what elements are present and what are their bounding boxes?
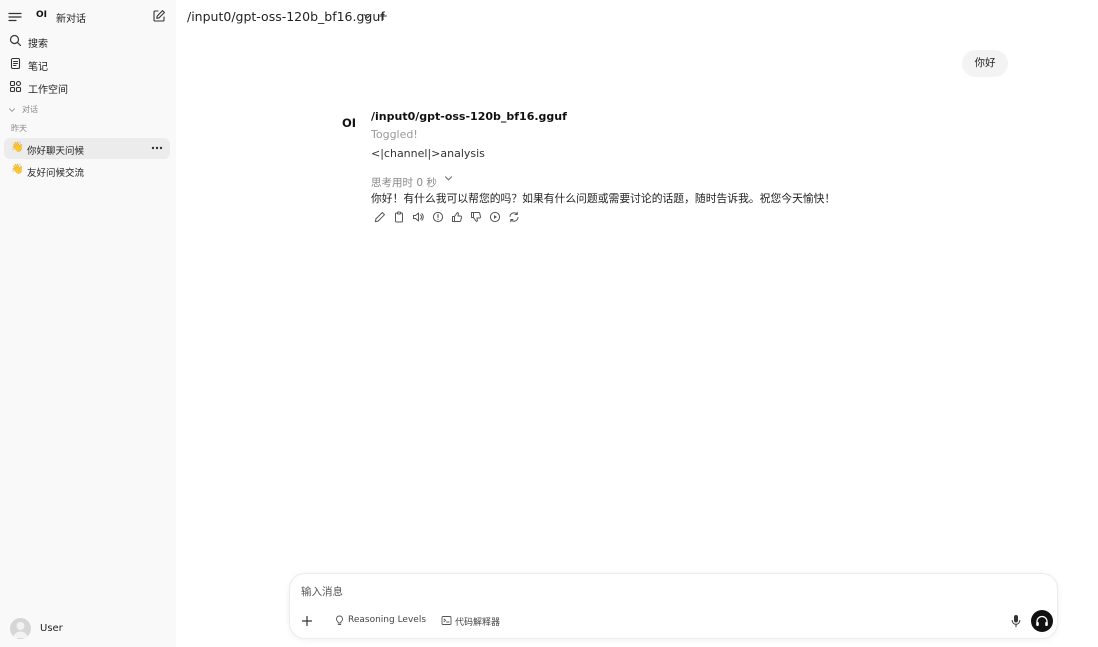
section-label: 对话 bbox=[22, 105, 38, 114]
code-interpreter-button[interactable]: 代码解释器 bbox=[441, 614, 507, 628]
regenerate-icon[interactable] bbox=[508, 211, 520, 223]
plus-icon[interactable] bbox=[301, 615, 313, 627]
message-composer: Reasoning Levels 代码解释器 bbox=[289, 573, 1058, 639]
chat-emoji: 👋 bbox=[11, 164, 24, 175]
date-group-label: 昨天 bbox=[11, 124, 27, 133]
add-model-button[interactable]: + bbox=[378, 9, 388, 23]
menu-icon[interactable] bbox=[8, 10, 22, 24]
sidebar-item-workspace[interactable]: 工作空间 bbox=[4, 77, 170, 97]
brand-logo[interactable]: OI bbox=[36, 10, 47, 20]
sidebar: OI 新对话 搜索 笔记 工作空间 对话 昨天 👋 你好聊天问候 👋 友好问候交… bbox=[0, 0, 176, 647]
chip-label: Reasoning Levels bbox=[348, 615, 427, 625]
chat-item-active[interactable]: 👋 你好聊天问候 bbox=[4, 138, 170, 159]
copy-icon[interactable] bbox=[393, 211, 405, 223]
headphones-icon bbox=[1036, 615, 1048, 626]
sidebar-header: OI 新对话 bbox=[0, 6, 176, 28]
channel-text: <|channel|>analysis bbox=[371, 147, 485, 160]
sidebar-item-search[interactable]: 搜索 bbox=[4, 31, 170, 51]
lightbulb-icon bbox=[334, 615, 345, 626]
chat-title: 友好问候交流 bbox=[27, 168, 85, 179]
user-name: User bbox=[40, 623, 63, 634]
chevron-down-icon bbox=[8, 106, 16, 114]
message-input[interactable] bbox=[301, 584, 1001, 600]
sidebar-item-notes[interactable]: 笔记 bbox=[4, 54, 170, 74]
assistant-avatar: OI bbox=[342, 116, 357, 130]
thinking-toggle[interactable]: 思考用时 0 秒 bbox=[371, 171, 453, 189]
new-chat-icon[interactable] bbox=[152, 9, 166, 23]
avatar bbox=[10, 618, 31, 639]
read-aloud-icon[interactable] bbox=[412, 211, 424, 223]
reasoning-levels-button[interactable]: Reasoning Levels bbox=[334, 614, 426, 628]
thinking-label: 思考用时 0 秒 bbox=[371, 177, 437, 189]
terminal-icon bbox=[441, 615, 452, 626]
thumbs-up-icon[interactable] bbox=[451, 211, 463, 223]
assistant-model-name: /input0/gpt-oss-120b_bf16.gguf bbox=[371, 110, 567, 123]
user-menu[interactable]: User bbox=[10, 618, 170, 640]
continue-icon[interactable] bbox=[489, 211, 501, 223]
info-icon[interactable] bbox=[432, 211, 444, 223]
notes-icon bbox=[9, 57, 22, 70]
sidebar-item-label: 工作空间 bbox=[28, 85, 68, 96]
thumbs-down-icon[interactable] bbox=[470, 211, 482, 223]
chevron-down-icon[interactable] bbox=[363, 13, 372, 20]
search-icon bbox=[9, 34, 22, 47]
chevron-down-icon bbox=[444, 175, 453, 182]
workspace-icon bbox=[9, 80, 22, 93]
chat-item[interactable]: 👋 友好问候交流 bbox=[4, 160, 170, 181]
sidebar-item-label: 搜索 bbox=[28, 39, 48, 50]
microphone-icon[interactable] bbox=[1010, 614, 1022, 628]
top-bar: /input0/gpt-oss-120b_bf16.gguf + bbox=[176, 0, 1098, 34]
edit-icon[interactable] bbox=[374, 211, 386, 223]
sidebar-item-label: 笔记 bbox=[28, 62, 48, 73]
more-options-icon[interactable] bbox=[150, 143, 164, 153]
chat-emoji: 👋 bbox=[11, 142, 24, 153]
chip-label: 代码解释器 bbox=[455, 618, 501, 628]
user-message: 你好 bbox=[962, 50, 1008, 77]
voice-mode-button[interactable] bbox=[1031, 610, 1053, 632]
model-selector[interactable]: /input0/gpt-oss-120b_bf16.gguf bbox=[187, 9, 385, 24]
assistant-reply: 你好！有什么我可以帮您的吗？如果有什么问题或需要讨论的话题，随时告诉我。祝您今天… bbox=[371, 192, 836, 205]
chat-title: 你好聊天问候 bbox=[27, 146, 85, 157]
new-chat-label[interactable]: 新对话 bbox=[56, 10, 86, 25]
status-text: Toggled! bbox=[371, 128, 418, 141]
